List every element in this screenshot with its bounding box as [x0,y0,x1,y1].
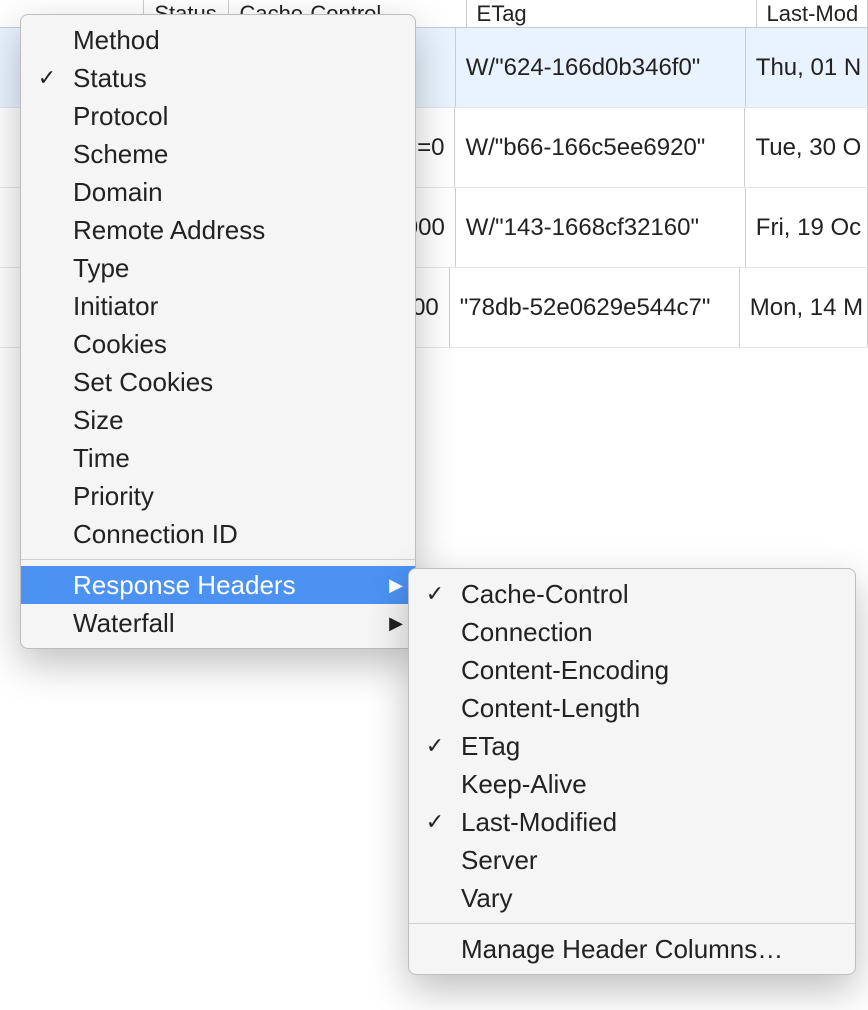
menu-item-cookies[interactable]: Cookies [21,325,415,363]
menu-item-label: Connection [461,617,843,648]
check-icon: ✓ [409,581,461,607]
col-etag[interactable]: ETag [467,0,757,28]
menu-item-label: Keep-Alive [461,769,843,800]
menu-item-domain[interactable]: Domain [21,173,415,211]
menu-item-label: Status [73,63,375,94]
menu-item-label: Vary [461,883,843,914]
submenu-item-connection[interactable]: Connection [409,613,855,651]
menu-item-label: Domain [73,177,375,208]
submenu-item-keep-alive[interactable]: Keep-Alive [409,765,855,803]
submenu-item-content-encoding[interactable]: Content-Encoding [409,651,855,689]
menu-item-label: Cookies [73,329,375,360]
menu-item-remote-address[interactable]: Remote Address [21,211,415,249]
menu-item-time[interactable]: Time [21,439,415,477]
menu-item-label: Type [73,253,375,284]
menu-item-set-cookies[interactable]: Set Cookies [21,363,415,401]
menu-item-label: Manage Header Columns… [461,934,843,965]
menu-item-label: ETag [461,731,843,762]
cell-etag: "78db-52e0629e544c7" [450,268,740,347]
submenu-item-content-length[interactable]: Content-Length [409,689,855,727]
menu-item-method[interactable]: Method [21,21,415,59]
response-headers-submenu[interactable]: ✓ Cache-Control Connection Content-Encod… [408,568,856,975]
menu-item-label: Remote Address [73,215,375,246]
menu-item-protocol[interactable]: Protocol [21,97,415,135]
menu-item-label: Waterfall [73,608,375,639]
submenu-item-server[interactable]: Server [409,841,855,879]
check-icon: ✓ [21,65,73,91]
menu-item-label: Set Cookies [73,367,375,398]
submenu-item-vary[interactable]: Vary [409,879,855,917]
menu-separator [409,923,855,924]
menu-item-size[interactable]: Size [21,401,415,439]
menu-item-label: Server [461,845,843,876]
menu-item-label: Cache-Control [461,579,843,610]
cell-etag: W/"143-1668cf32160" [456,188,746,267]
menu-item-label: Size [73,405,375,436]
submenu-item-last-modified[interactable]: ✓ Last-Modified [409,803,855,841]
cell-last: Mon, 14 M [740,268,868,347]
menu-item-type[interactable]: Type [21,249,415,287]
submenu-item-cache-control[interactable]: ✓ Cache-Control [409,575,855,613]
submenu-arrow-icon: ▶ [375,613,403,634]
submenu-item-etag[interactable]: ✓ ETag [409,727,855,765]
submenu-item-manage-header-columns[interactable]: Manage Header Columns… [409,930,855,968]
check-icon: ✓ [409,809,461,835]
menu-item-label: Last-Modified [461,807,843,838]
menu-item-status[interactable]: ✓ Status [21,59,415,97]
menu-item-label: Response Headers [73,570,375,601]
menu-item-label: Content-Encoding [461,655,843,686]
cell-etag: W/"b66-166c5ee6920" [455,108,745,187]
menu-item-label: Content-Length [461,693,843,724]
cell-last: Tue, 30 O [745,108,868,187]
menu-separator [21,559,415,560]
menu-item-label: Initiator [73,291,375,322]
menu-item-label: Protocol [73,101,375,132]
menu-item-scheme[interactable]: Scheme [21,135,415,173]
cell-last: Fri, 19 Oc [746,188,868,267]
menu-item-label: Time [73,443,375,474]
menu-item-waterfall[interactable]: Waterfall ▶ [21,604,415,642]
menu-item-label: Connection ID [73,519,375,550]
cell-etag: W/"624-166d0b346f0" [456,28,746,107]
submenu-arrow-icon: ▶ [375,575,403,596]
menu-item-label: Method [73,25,375,56]
menu-item-label: Scheme [73,139,375,170]
check-icon: ✓ [409,733,461,759]
menu-item-priority[interactable]: Priority [21,477,415,515]
cell-last: Thu, 01 N [746,28,868,107]
menu-item-connection-id[interactable]: Connection ID [21,515,415,553]
menu-item-label: Priority [73,481,375,512]
column-context-menu[interactable]: Method ✓ Status Protocol Scheme Domain R… [20,14,416,649]
menu-item-response-headers[interactable]: Response Headers ▶ [21,566,415,604]
menu-item-initiator[interactable]: Initiator [21,287,415,325]
col-last-modified[interactable]: Last-Mod [757,0,868,28]
